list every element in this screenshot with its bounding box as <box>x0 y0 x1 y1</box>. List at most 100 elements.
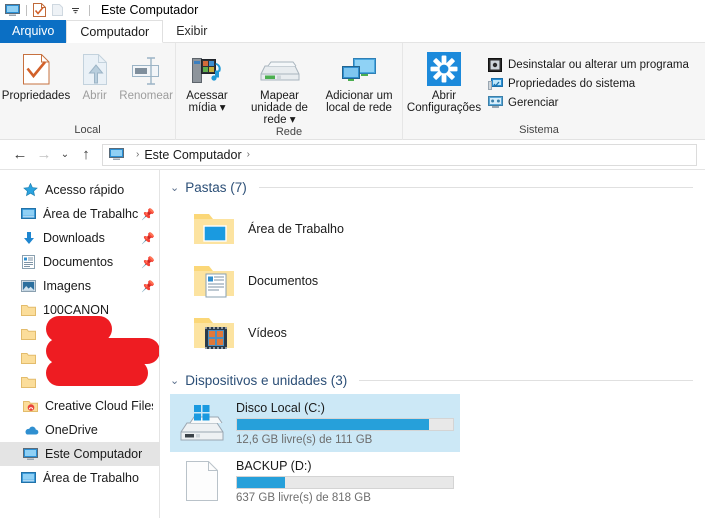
map-network-drive-icon <box>258 52 302 86</box>
folder-tile-documentos[interactable]: Documentos <box>186 255 486 307</box>
sidebar-label: Creative Cloud Files <box>45 399 153 413</box>
gerenciar-item[interactable]: Gerenciar <box>485 93 689 112</box>
acessar-midia-button[interactable]: Acessar mídia ▾ <box>176 47 238 114</box>
breadcrumb-este-computador[interactable]: Este Computador <box>144 148 241 162</box>
desktop-icon <box>20 206 37 222</box>
back-button[interactable]: ← <box>8 143 32 167</box>
settings-gear-icon <box>427 52 461 86</box>
computer-icon <box>22 446 39 462</box>
drives-grid: Disco Local (C:) 12,6 GB livre(s) de 111… <box>160 390 705 510</box>
drive-tile-backup-d[interactable]: BACKUP (D:) 637 GB livre(s) de 818 GB <box>170 452 460 510</box>
pin-icon[interactable]: 📌 <box>141 256 155 269</box>
sidebar-item-imagens[interactable]: Imagens 📌 <box>0 274 159 298</box>
uninstall-program-icon <box>487 57 503 73</box>
chevron-down-icon[interactable]: ⌄ <box>170 374 179 387</box>
sidebar-item-creative-cloud-files[interactable]: Creative Cloud Files <box>0 394 159 418</box>
renomear-label: Renomear <box>119 90 173 102</box>
folder-icon <box>20 350 37 366</box>
mapear-unidade-rede-button[interactable]: Mapear unidade de rede ▾ <box>238 47 321 126</box>
adicionar-local-rede-button[interactable]: Adicionar um local de rede <box>321 47 397 114</box>
folder-name: Documentos <box>248 274 319 288</box>
breadcrumb-separator[interactable]: › <box>247 149 250 160</box>
tab-arquivo[interactable]: Arquivo <box>0 20 67 43</box>
sidebar-item-este-computador[interactable]: Este Computador <box>0 442 159 466</box>
ribbon-group-rede: Acessar mídia ▾ Mapear unidade de rede ▾… <box>175 43 402 140</box>
documents-icon <box>20 254 37 270</box>
sidebar-label: Downloads <box>43 231 105 245</box>
up-button[interactable]: ↑ <box>74 143 98 167</box>
drive-name: BACKUP (D:) <box>236 458 312 473</box>
section-title: Pastas (7) <box>185 180 247 195</box>
abrir-label: Abrir <box>82 90 107 102</box>
abrir-button[interactable]: Abrir <box>72 47 117 102</box>
tab-computador[interactable]: Computador <box>66 20 164 43</box>
new-folder-icon[interactable] <box>49 2 66 18</box>
ribbon-group-sistema-label: Sistema <box>519 124 559 136</box>
folder-icon <box>20 326 37 342</box>
drive-usage-fill <box>237 418 430 430</box>
address-input[interactable]: › Este Computador › <box>102 143 697 166</box>
divider <box>359 380 693 381</box>
divider <box>89 4 90 16</box>
computer-icon <box>108 147 125 163</box>
properties-check-icon <box>21 52 51 86</box>
sidebar-item-area-de-trabalho[interactable]: Área de Trabalho <box>0 466 159 490</box>
sidebar-item-area-de-trabalho-qa[interactable]: Área de Trabalhc 📌 <box>0 202 159 226</box>
sidebar-item-downloads[interactable]: Downloads 📌 <box>0 226 159 250</box>
ribbon-group-local: Propriedades Abrir Renomear Local <box>0 43 175 140</box>
section-title: Dispositivos e unidades (3) <box>185 373 348 388</box>
window-title: Este Computador <box>101 3 199 17</box>
drive-usage-bar <box>236 417 454 431</box>
properties-icon[interactable] <box>31 2 48 18</box>
abrir-configuracoes-button[interactable]: Abrir Configurações <box>403 47 485 114</box>
pin-icon[interactable]: 📌 <box>141 232 155 245</box>
propriedades-sistema-label: Propriedades do sistema <box>508 77 636 90</box>
folder-icon <box>20 302 37 318</box>
sidebar-label: Este Computador <box>45 447 143 461</box>
navigation-pane[interactable]: Acesso rápido Área de Trabalhc 📌 Downloa… <box>0 170 160 518</box>
gerenciar-label: Gerenciar <box>508 96 559 109</box>
chevron-down-icon[interactable]: ⌄ <box>170 181 179 194</box>
blank-drive-icon <box>176 459 228 503</box>
section-header-dispositivos[interactable]: ⌄ Dispositivos e unidades (3) <box>160 359 705 390</box>
creative-cloud-icon <box>22 398 39 414</box>
explorer-body: Acesso rápido Área de Trabalhc 📌 Downloa… <box>0 170 705 518</box>
folder-tile-videos[interactable]: Vídeos <box>186 307 486 359</box>
sidebar-label: OneDrive <box>45 423 98 437</box>
sidebar-item-onedrive[interactable]: OneDrive <box>0 418 159 442</box>
sidebar-label: Acesso rápido <box>45 183 125 197</box>
content-pane[interactable]: ⌄ Pastas (7) Área de Trabalho Documentos <box>160 170 705 518</box>
chevron-down-icon[interactable] <box>67 2 84 18</box>
pin-icon[interactable]: 📌 <box>141 280 155 293</box>
desinstalar-programa-label: Desinstalar ou alterar um programa <box>508 58 689 71</box>
sidebar-label: Área de Trabalho <box>43 471 139 485</box>
divider <box>26 4 27 16</box>
desinstalar-programa-item[interactable]: Desinstalar ou alterar um programa <box>485 55 689 74</box>
propriedades-sistema-item[interactable]: Propriedades do sistema <box>485 74 689 93</box>
tab-exibir[interactable]: Exibir <box>163 20 220 43</box>
sidebar-label: Imagens <box>43 279 91 293</box>
folder-tile-area-de-trabalho[interactable]: Área de Trabalho <box>186 203 486 255</box>
breadcrumb-separator: › <box>136 149 140 160</box>
sidebar-label: Documentos <box>43 255 114 269</box>
computer-icon[interactable] <box>4 2 21 18</box>
propriedades-button[interactable]: Propriedades <box>0 47 72 102</box>
sidebar-item-acesso-rapido[interactable]: Acesso rápido <box>0 178 159 202</box>
pin-icon[interactable]: 📌 <box>141 208 155 221</box>
access-media-icon <box>190 52 224 86</box>
address-bar: ← → ⌄ ↑ › Este Computador › <box>0 140 705 170</box>
drive-name: Disco Local (C:) <box>236 400 325 415</box>
drive-tile-disco-local-c[interactable]: Disco Local (C:) 12,6 GB livre(s) de 111… <box>170 394 460 452</box>
drive-capacity-text: 12,6 GB livre(s) de 111 GB <box>236 433 373 446</box>
ribbon-group-rede-label: Rede <box>275 126 303 138</box>
section-header-pastas[interactable]: ⌄ Pastas (7) <box>160 170 705 197</box>
sidebar-item-documentos[interactable]: Documentos 📌 <box>0 250 159 274</box>
folders-grid: Área de Trabalho Documentos Vídeos <box>160 197 705 359</box>
forward-button[interactable]: → <box>32 143 56 167</box>
drive-usage-fill <box>237 476 285 488</box>
abrir-configuracoes-label: Abrir Configurações <box>406 90 482 114</box>
quick-access-star-icon <box>22 182 39 198</box>
recent-locations-button[interactable]: ⌄ <box>56 143 74 167</box>
folder-icon <box>20 374 37 390</box>
renomear-button[interactable]: Renomear <box>117 47 175 102</box>
